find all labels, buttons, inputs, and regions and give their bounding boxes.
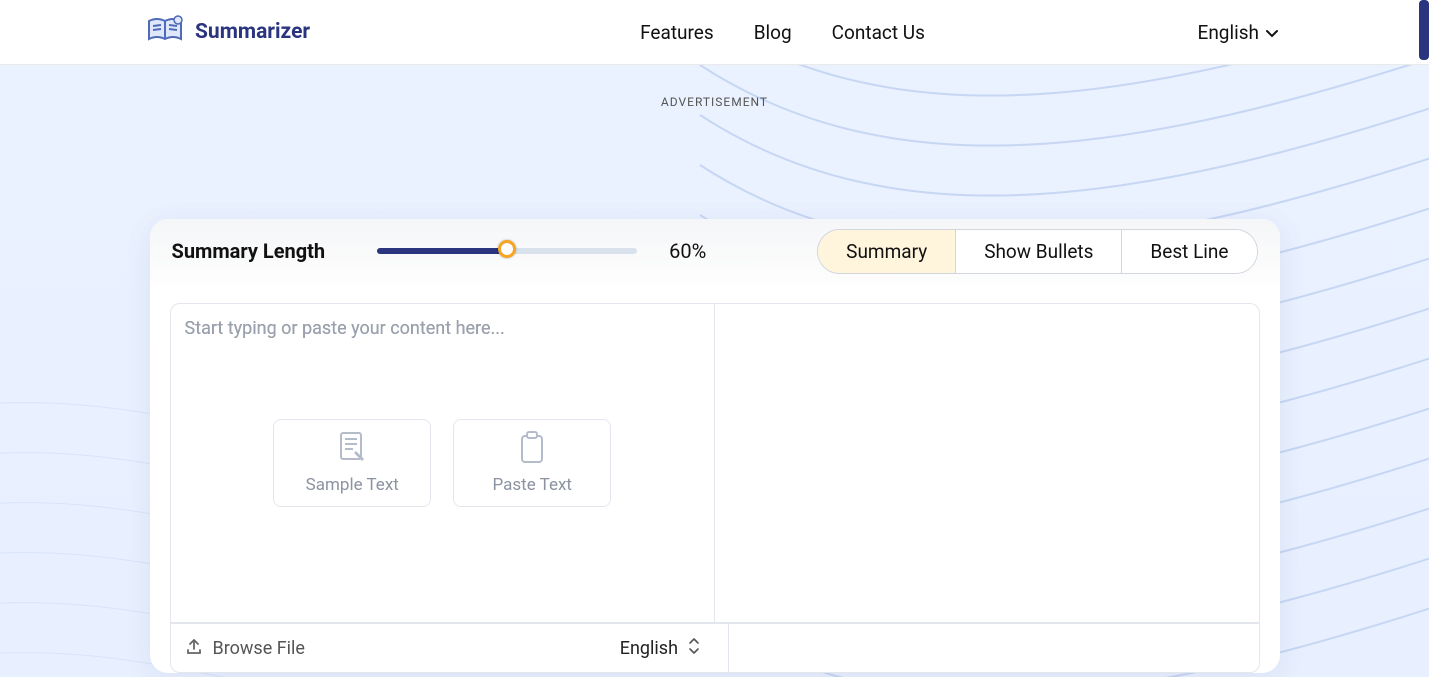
page-scrollbar[interactable] (1419, 0, 1429, 60)
output-language-selector[interactable]: English (620, 637, 714, 660)
browse-file-label: Browse File (213, 638, 305, 659)
book-icon (145, 15, 185, 49)
input-footer: Browse File English (170, 623, 729, 673)
summary-length-slider[interactable] (377, 241, 637, 261)
clipboard-icon (518, 431, 546, 469)
tab-summary[interactable]: Summary (818, 230, 956, 273)
tab-show-bullets[interactable]: Show Bullets (956, 230, 1122, 273)
language-selector[interactable]: English (1198, 21, 1279, 44)
editor-panes: Start typing or paste your content here.… (150, 283, 1280, 623)
paste-text-label: Paste Text (493, 475, 572, 495)
chevron-down-icon (1265, 21, 1279, 44)
upload-icon (185, 637, 203, 660)
summary-length-label: Summary Length (172, 239, 326, 263)
nav-features[interactable]: Features (640, 21, 714, 44)
sample-text-button[interactable]: Sample Text (273, 419, 431, 507)
document-icon (337, 431, 367, 469)
slider-fill (377, 248, 507, 254)
summary-length-value: 60% (669, 239, 706, 263)
language-label: English (1198, 21, 1259, 44)
input-quick-actions: Sample Text Paste Text (272, 419, 612, 507)
input-pane: Start typing or paste your content here.… (170, 303, 716, 623)
card-controls: Summary Length 60% Summary Show Bullets … (150, 219, 1280, 283)
primary-nav: Features Blog Contact Us (640, 21, 925, 44)
sort-icon (688, 637, 700, 660)
nav-blog[interactable]: Blog (754, 21, 792, 44)
output-footer (728, 623, 1260, 673)
sample-text-label: Sample Text (306, 475, 399, 495)
paste-text-button[interactable]: Paste Text (453, 419, 611, 507)
site-header: Summarizer Features Blog Contact Us Engl… (0, 0, 1429, 65)
output-mode-tabs: Summary Show Bullets Best Line (817, 229, 1257, 274)
tab-best-line[interactable]: Best Line (1122, 230, 1256, 273)
editor-bottom-bar: Browse File English (150, 623, 1280, 673)
nav-contact[interactable]: Contact Us (832, 21, 925, 44)
brand-name: Summarizer (195, 20, 310, 44)
summarizer-card: Summary Length 60% Summary Show Bullets … (150, 219, 1280, 673)
output-pane (715, 303, 1260, 623)
slider-thumb[interactable] (498, 240, 516, 258)
browse-file-button[interactable]: Browse File (185, 637, 305, 660)
advertisement-label: ADVERTISEMENT (0, 95, 1429, 109)
output-language-label: English (620, 638, 678, 659)
brand-logo[interactable]: Summarizer (145, 15, 310, 49)
